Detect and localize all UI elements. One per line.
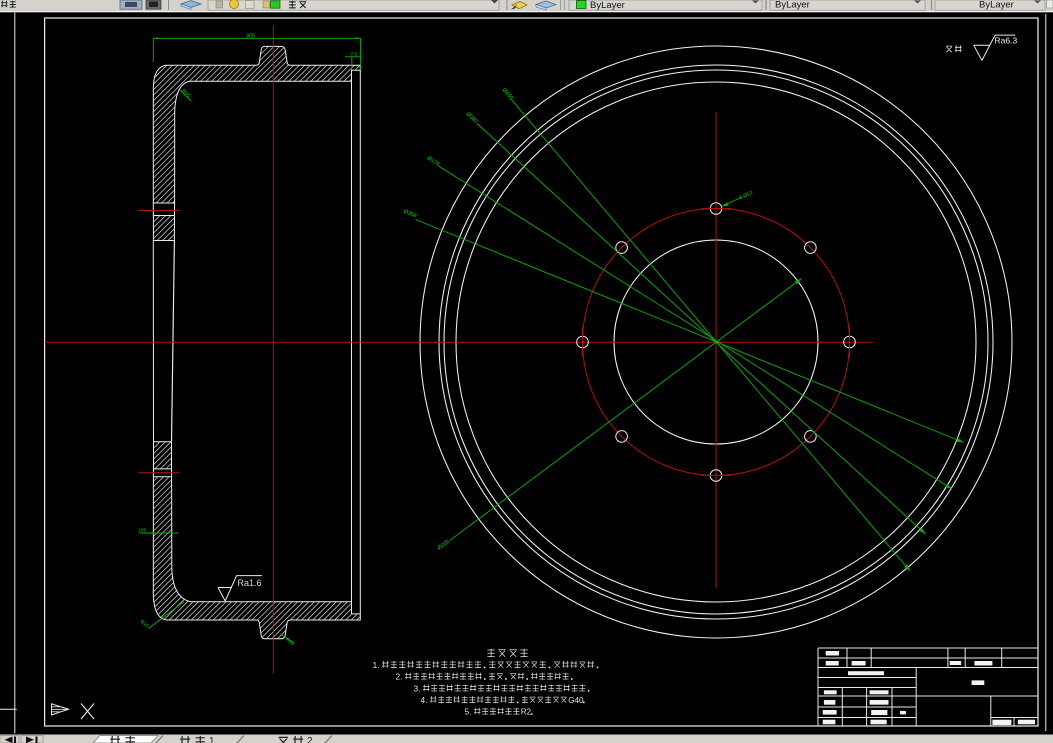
svg-text:2: 2	[307, 736, 313, 743]
svg-text:G40: G40	[568, 696, 584, 705]
svg-text:R2: R2	[521, 708, 532, 717]
svg-text:1: 1	[209, 736, 215, 743]
svg-text:ByLayer: ByLayer	[590, 0, 625, 11]
svg-text:105: 105	[138, 528, 146, 534]
svg-text:ByLayer: ByLayer	[775, 0, 810, 11]
svg-text:1.: 1.	[373, 660, 380, 670]
svg-text:3.: 3.	[414, 684, 421, 694]
svg-text:ByLayer: ByLayer	[979, 0, 1014, 11]
svg-text:4.: 4.	[421, 695, 428, 705]
svg-text:7.5: 7.5	[351, 52, 358, 58]
svg-text:Ra6.3: Ra6.3	[995, 36, 1018, 46]
svg-text:305: 305	[246, 34, 255, 40]
svg-text:Ra1.6: Ra1.6	[238, 578, 262, 588]
svg-text:2.: 2.	[396, 672, 403, 682]
svg-text:5.: 5.	[465, 707, 472, 717]
